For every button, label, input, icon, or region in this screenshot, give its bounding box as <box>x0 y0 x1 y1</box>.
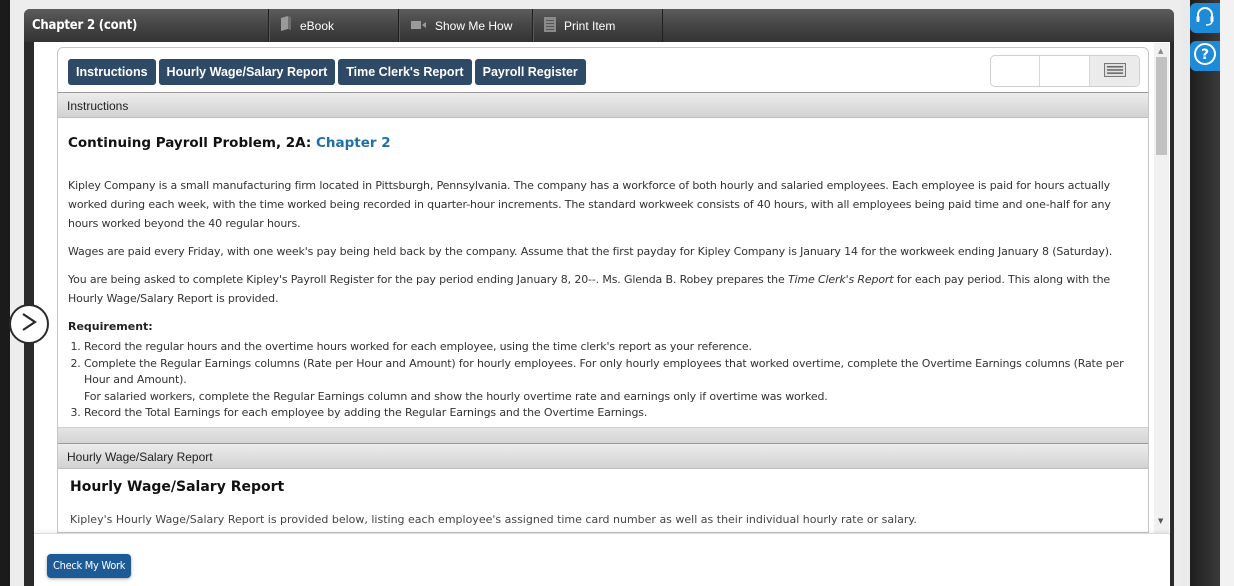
paragraph-company: Kipley Company is a small manufacturing … <box>68 179 1111 230</box>
requirement-list: Record the regular hours and the overtim… <box>68 339 1138 422</box>
ebook-button[interactable]: eBook <box>269 9 399 42</box>
view-option-2[interactable] <box>1040 56 1090 86</box>
check-my-work-button[interactable]: Check My Work <box>47 554 132 578</box>
requirement-label: Requirement: <box>68 320 153 333</box>
show-me-how-label: Show Me How <box>435 18 513 33</box>
print-icon <box>544 16 556 35</box>
window-title: Chapter 2 (cont) <box>24 9 269 42</box>
help-button[interactable]: ? <box>1190 41 1220 71</box>
tab-hourly-wage-salary-report[interactable]: Hourly Wage/Salary Report <box>158 59 336 85</box>
tab-bar: Instructions Hourly Wage/Salary Report T… <box>68 59 586 85</box>
chapter-link[interactable]: Chapter 2 <box>316 135 391 151</box>
requirement-item: Complete the Regular Earnings columns (R… <box>84 356 1138 406</box>
footer-bar: Check My Work <box>34 533 1170 586</box>
scroll-down-icon[interactable]: ▼ <box>1158 517 1163 525</box>
view-option-1[interactable] <box>991 56 1040 86</box>
ebook-label: eBook <box>300 18 335 33</box>
scrollable-content: Instructions Continuing Payroll Problem,… <box>58 92 1148 532</box>
tab-instructions[interactable]: Instructions <box>68 59 156 85</box>
requirement-text-salaried: For salaried workers, complete the Regul… <box>84 389 828 403</box>
book-icon <box>280 16 292 35</box>
title-bar: Chapter 2 (cont) eBook Show Me How Print… <box>24 9 1174 42</box>
side-rail <box>1190 0 1220 586</box>
svg-text:?: ? <box>1201 47 1209 63</box>
show-me-how-button[interactable]: Show Me How <box>399 9 533 42</box>
paragraph-task: You are being asked to complete Kipley's… <box>68 270 1138 308</box>
problem-title-text: Continuing Payroll Problem, 2A: <box>68 135 312 151</box>
help-icon: ? <box>1193 42 1217 70</box>
vertical-scrollbar[interactable]: ▲ ▼ <box>1154 43 1169 533</box>
task-text-1: You are being asked to complete Kipley's… <box>68 273 788 286</box>
print-item-label: Print Item <box>564 18 616 33</box>
problem-panel: Instructions Hourly Wage/Salary Report T… <box>57 47 1149 533</box>
right-gutter <box>1182 0 1190 586</box>
view-toggle <box>990 55 1140 87</box>
support-button[interactable] <box>1190 3 1220 33</box>
wage-report-section-header: Hourly Wage/Salary Report <box>58 442 1148 469</box>
chevron-right-icon <box>20 312 38 336</box>
time-clerk-report-ref: Time Clerk's Report <box>787 273 894 286</box>
paragraph-wages: Wages are paid every Friday, with one we… <box>68 245 1113 258</box>
wage-report-intro: Kipley's Hourly Wage/Salary Report is pr… <box>70 512 917 526</box>
instructions-section-header: Instructions <box>58 92 1148 118</box>
tab-payroll-register[interactable]: Payroll Register <box>474 59 586 85</box>
left-edge <box>0 0 10 586</box>
scrollbar-thumb[interactable] <box>1156 57 1167 155</box>
section-divider <box>58 426 1148 443</box>
right-edge <box>1220 0 1234 586</box>
problem-title: Continuing Payroll Problem, 2A: Chapter … <box>68 134 1138 153</box>
view-option-list[interactable] <box>1090 56 1139 86</box>
video-icon <box>411 19 427 33</box>
instructions-body: Continuing Payroll Problem, 2A: Chapter … <box>58 134 1148 422</box>
tab-time-clerks-report[interactable]: Time Clerk's Report <box>338 59 472 85</box>
list-icon <box>1103 62 1126 81</box>
print-item-button[interactable]: Print Item <box>533 9 663 42</box>
wage-report-heading: Hourly Wage/Salary Report <box>70 478 285 495</box>
requirement-item: Record the regular hours and the overtim… <box>84 339 1138 356</box>
next-arrow-button[interactable] <box>9 304 49 344</box>
headset-icon <box>1194 5 1216 31</box>
scroll-up-icon[interactable]: ▲ <box>1158 47 1163 55</box>
requirement-item: Record the Total Earnings for each emplo… <box>84 405 1138 422</box>
requirement-text: Complete the Regular Earnings columns (R… <box>84 356 1124 387</box>
